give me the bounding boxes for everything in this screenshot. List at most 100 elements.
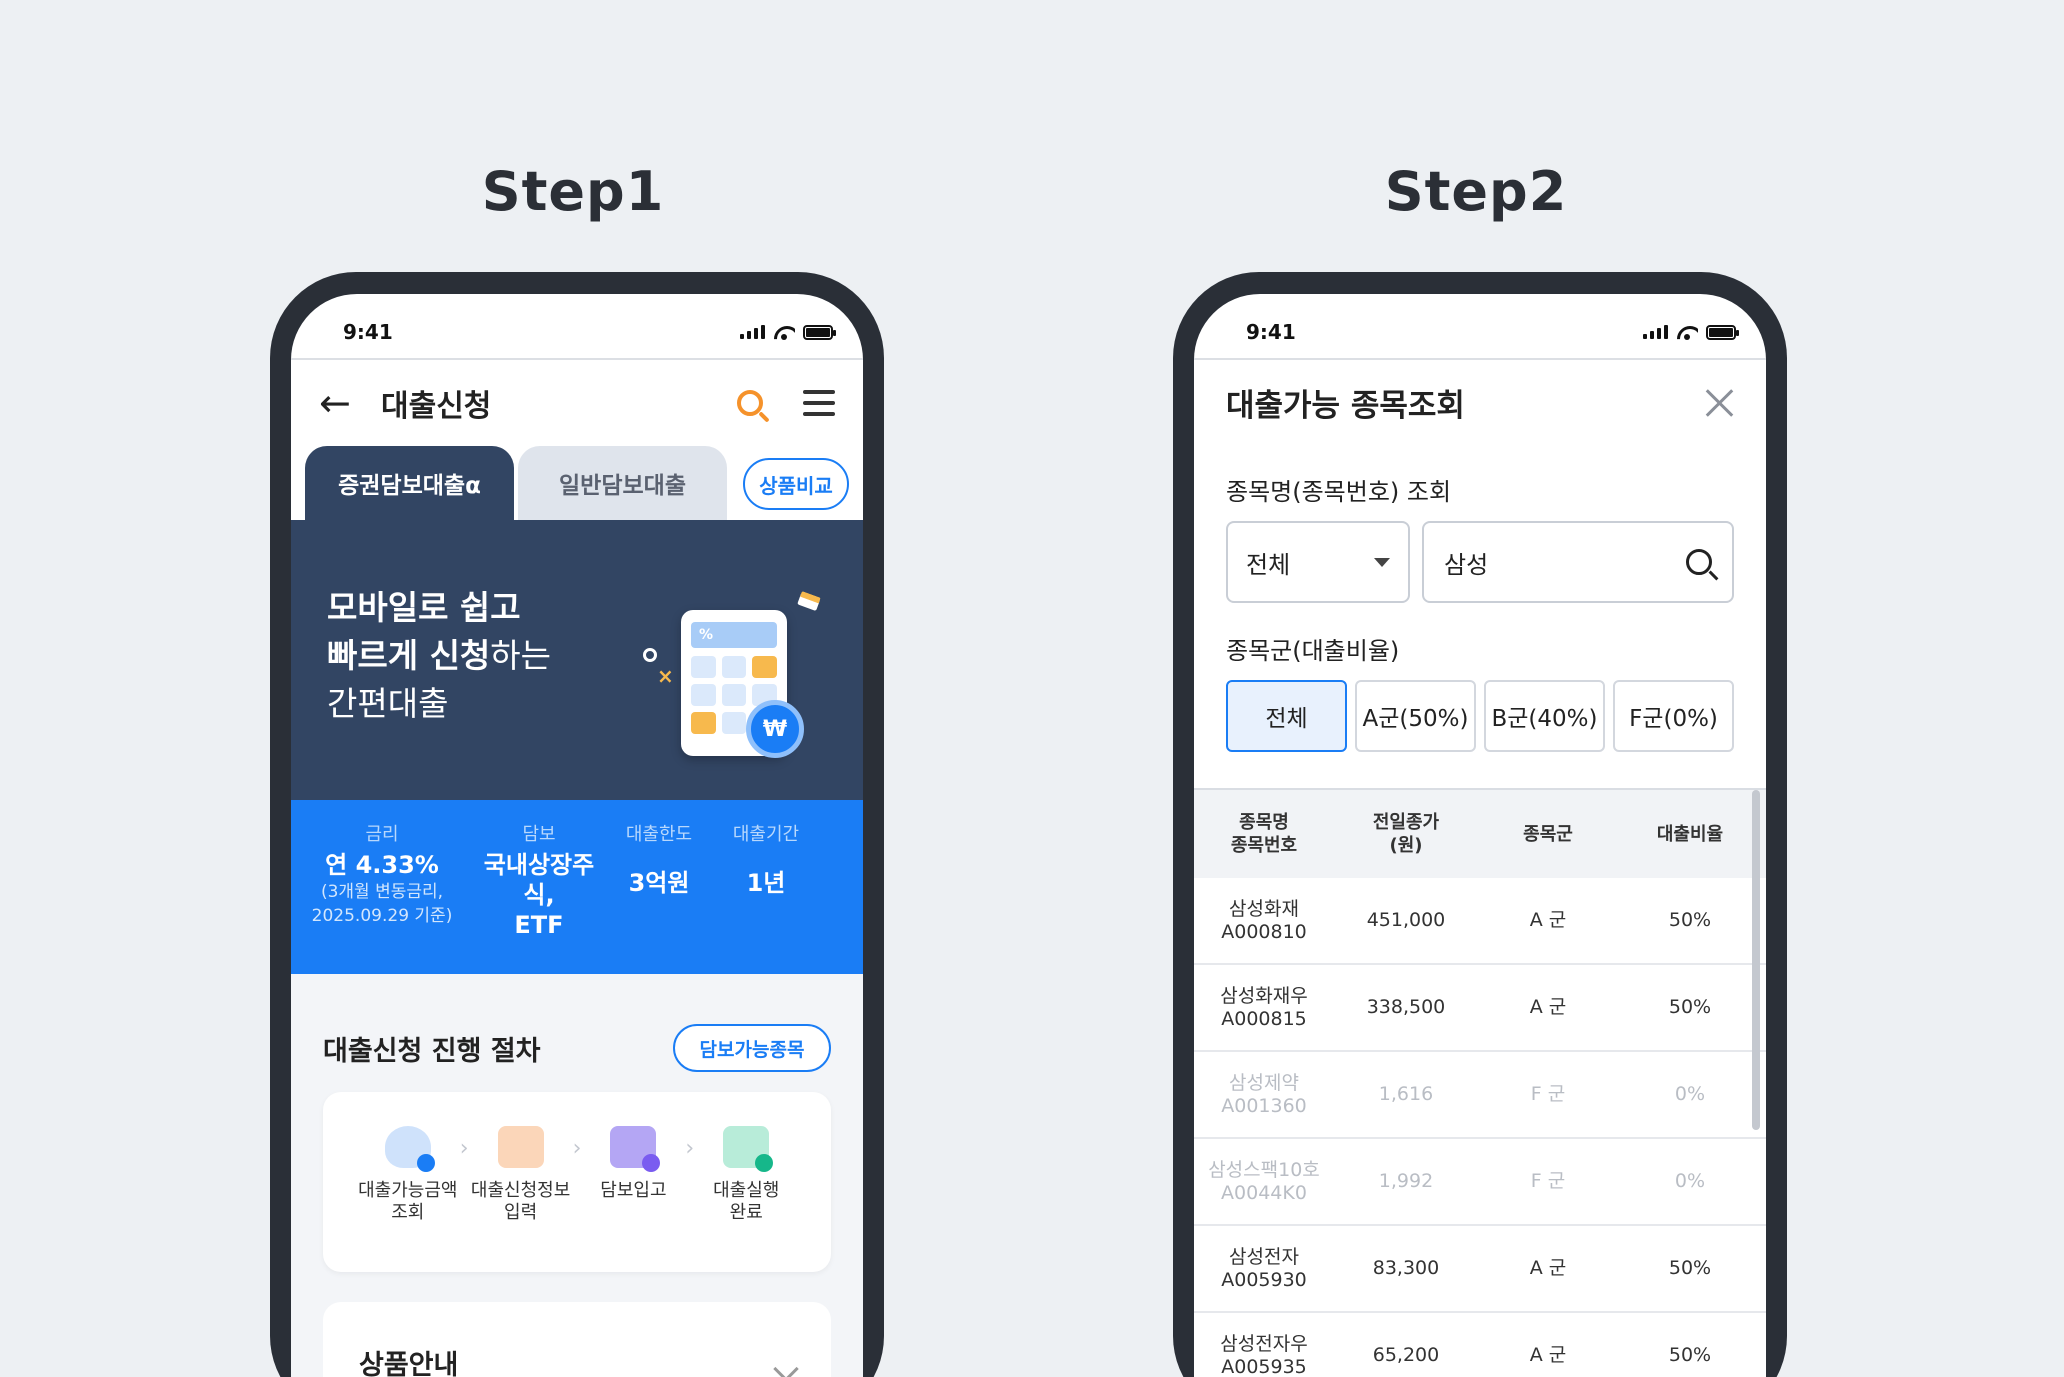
chip-group-f[interactable]: F군(0%) bbox=[1613, 680, 1734, 752]
chip-group-a[interactable]: A군(50%) bbox=[1355, 680, 1476, 752]
info-period: 대출기간 1년 bbox=[713, 820, 819, 974]
chevron-right-icon: › bbox=[459, 1136, 469, 1161]
table-row[interactable]: 삼성화재우 A000815 338,500 A 군 50% bbox=[1194, 965, 1766, 1052]
cell-price: 83,300 bbox=[1372, 1257, 1440, 1279]
modal-header: 대출가능 종목조회 bbox=[1194, 360, 1766, 444]
process-step-2-line2: 입력 bbox=[504, 1202, 538, 1223]
process-step-3: 담보입고 bbox=[581, 1126, 685, 1202]
loan-info-strip: 금리 연 4.33% (3개월 변동금리, 2025.09.29 기준) 담보 … bbox=[291, 800, 863, 974]
battery-icon bbox=[1706, 324, 1739, 340]
caret-down-icon bbox=[1374, 557, 1390, 567]
cell-group: A 군 bbox=[1529, 996, 1567, 1018]
tab-general-loan[interactable]: 일반담보대출 bbox=[518, 446, 727, 520]
banner-line2-rest: 하는 bbox=[490, 636, 552, 675]
cell-group: A 군 bbox=[1529, 1344, 1567, 1366]
info-collateral: 담보 국내상장주식, ETF bbox=[473, 820, 605, 974]
market-select[interactable]: 전체 bbox=[1226, 521, 1410, 603]
group-label: 종목군(대출비율) bbox=[1226, 637, 1400, 665]
decor-multiply-icon: × bbox=[657, 664, 674, 688]
info-period-value: 1년 bbox=[746, 869, 786, 897]
cell-name: 삼성화재 bbox=[1229, 897, 1299, 920]
chevron-right-icon: › bbox=[685, 1136, 695, 1161]
process-step-4: 대출실행 완료 bbox=[694, 1126, 798, 1224]
col-header-price: 전일종가 (원) bbox=[1334, 811, 1478, 857]
process-title: 대출신청 진행 절차 bbox=[323, 1035, 541, 1067]
cell-name: 삼성스팩10호 bbox=[1208, 1158, 1320, 1181]
info-limit-value: 3억원 bbox=[628, 869, 690, 897]
process-steps-card: 대출가능금액 조회 › 대출신청정보 입력 › 담보입고 › 대출실행 완료 bbox=[323, 1092, 831, 1272]
process-step-3-line1: 담보입고 bbox=[600, 1180, 667, 1201]
won-coin-icon: ₩ bbox=[746, 700, 804, 758]
table-header: 종목명 종목번호 전일종가 (원) 종목군 대출비율 bbox=[1194, 790, 1766, 878]
cell-ratio: 50% bbox=[1668, 996, 1712, 1018]
process-step-2-line1: 대출신청정보 bbox=[470, 1180, 571, 1201]
step2-heading: Step2 bbox=[1384, 160, 1568, 223]
info-rate-label: 금리 bbox=[365, 824, 399, 845]
cell-group: F 군 bbox=[1530, 1170, 1566, 1192]
store-icon bbox=[610, 1126, 661, 1172]
stock-search-input[interactable]: 삼성 bbox=[1422, 521, 1734, 603]
col-header-price-l2: (원) bbox=[1389, 835, 1423, 856]
menu-icon[interactable] bbox=[803, 390, 835, 416]
chip-group-b[interactable]: B군(40%) bbox=[1484, 680, 1605, 752]
cell-price: 451,000 bbox=[1366, 909, 1446, 931]
info-limit: 대출한도 3억원 bbox=[605, 820, 713, 974]
cell-name: 삼성제약 bbox=[1229, 1071, 1299, 1094]
chip-all[interactable]: 전체 bbox=[1226, 680, 1347, 752]
cell-code: A001360 bbox=[1221, 1094, 1307, 1117]
col-header-name-l2: 종목번호 bbox=[1230, 835, 1298, 856]
cell-ratio: 50% bbox=[1668, 909, 1712, 931]
cell-price: 1,992 bbox=[1378, 1170, 1434, 1192]
cell-group: F 군 bbox=[1530, 1083, 1566, 1105]
col-header-group: 종목군 bbox=[1523, 823, 1573, 845]
table-row[interactable]: 삼성스팩10호 A0044K0 1,992 F 군 0% bbox=[1194, 1139, 1766, 1226]
signal-icon bbox=[1643, 325, 1668, 339]
search-label: 종목명(종목번호) 조회 bbox=[1226, 478, 1452, 506]
table-row[interactable]: 삼성전자 A005930 83,300 A 군 50% bbox=[1194, 1226, 1766, 1313]
cell-code: A0044K0 bbox=[1221, 1181, 1307, 1204]
wifi-icon bbox=[1676, 324, 1698, 340]
banner-line2-bold: 빠르게 신청 bbox=[327, 636, 491, 675]
screen-step1: 9:41 ← 대출신청 증권담보대출α 일반담보대출 상품비교 모바일로 쉽고 … bbox=[291, 294, 863, 1377]
cell-group: A 군 bbox=[1529, 909, 1567, 931]
status-time: 9:41 bbox=[1246, 320, 1296, 344]
process-step-4-line2: 완료 bbox=[729, 1202, 763, 1223]
money-bag-icon bbox=[384, 1126, 435, 1172]
info-collateral-label: 담보 bbox=[522, 824, 556, 845]
info-collateral-value1: 국내상장주식, bbox=[483, 851, 595, 909]
phone-step1: 9:41 ← 대출신청 증권담보대출α 일반담보대출 상품비교 모바일로 쉽고 … bbox=[270, 272, 884, 1377]
cell-price: 65,200 bbox=[1372, 1344, 1440, 1366]
wifi-icon bbox=[773, 324, 795, 340]
process-step-2: 대출신청정보 입력 bbox=[469, 1126, 573, 1224]
clipboard-icon bbox=[497, 1126, 544, 1168]
close-icon[interactable] bbox=[1704, 387, 1734, 417]
cell-name: 삼성전자 bbox=[1229, 1245, 1299, 1268]
document-check-icon bbox=[723, 1126, 774, 1172]
info-rate-sub1: (3개월 변동금리, bbox=[320, 882, 444, 902]
col-header-ratio: 대출비율 bbox=[1656, 823, 1724, 845]
product-tabs: 증권담보대출α 일반담보대출 상품비교 bbox=[291, 446, 863, 520]
market-select-value: 전체 bbox=[1246, 550, 1291, 579]
search-icon[interactable] bbox=[1686, 549, 1712, 575]
search-row: 전체 삼성 bbox=[1194, 507, 1766, 603]
app-header: ← 대출신청 bbox=[291, 360, 863, 446]
banner-line1: 모바일로 쉽고 bbox=[327, 588, 521, 627]
pledgeable-stocks-button[interactable]: 담보가능종목 bbox=[673, 1024, 831, 1072]
product-info-accordion[interactable]: 상품안내 bbox=[323, 1302, 831, 1377]
col-header-name: 종목명 종목번호 bbox=[1194, 811, 1334, 857]
table-scrollbar[interactable] bbox=[1752, 790, 1760, 1130]
stock-search-value: 삼성 bbox=[1444, 550, 1489, 579]
tab-securities-loan[interactable]: 증권담보대출α bbox=[305, 446, 514, 520]
table-row[interactable]: 삼성화재 A000810 451,000 A 군 50% bbox=[1194, 878, 1766, 965]
chevron-down-icon[interactable] bbox=[773, 1356, 799, 1377]
process-step-4-line1: 대출실행 bbox=[713, 1180, 780, 1201]
process-step-1-line2: 조회 bbox=[391, 1202, 425, 1223]
table-row[interactable]: 삼성전자우 A005935 65,200 A 군 50% bbox=[1194, 1313, 1766, 1377]
cell-price: 1,616 bbox=[1378, 1083, 1434, 1105]
table-row[interactable]: 삼성제약 A001360 1,616 F 군 0% bbox=[1194, 1052, 1766, 1139]
compare-products-button[interactable]: 상품비교 bbox=[743, 458, 849, 510]
back-arrow-icon[interactable]: ← bbox=[319, 381, 369, 425]
search-icon[interactable] bbox=[737, 390, 763, 416]
status-time: 9:41 bbox=[343, 320, 393, 344]
modal-title: 대출가능 종목조회 bbox=[1226, 387, 1465, 424]
